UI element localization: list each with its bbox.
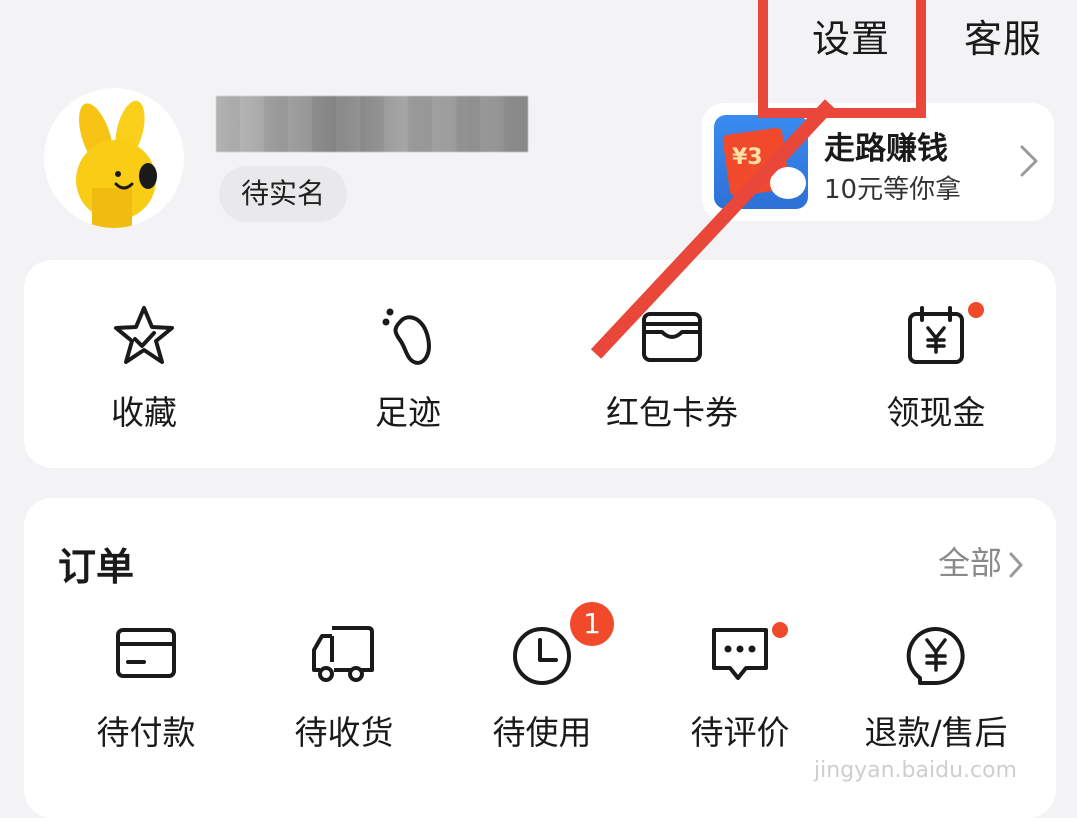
clock-icon bbox=[513, 627, 571, 685]
quick-link-label: 红包卡券 bbox=[606, 393, 738, 432]
quick-link-coupons[interactable]: 红包卡券 bbox=[552, 300, 792, 434]
walk-earn-promo-card[interactable]: ¥3 走路赚钱 10元等你拿 bbox=[702, 103, 1054, 221]
quick-link-label: 足迹 bbox=[375, 393, 441, 432]
chevron-right-icon bbox=[1020, 145, 1038, 177]
notification-dot bbox=[968, 302, 984, 318]
realname-status-badge[interactable]: 待实名 bbox=[219, 166, 347, 222]
pending-use-count-badge: 1 bbox=[570, 602, 614, 646]
quick-link-label: 领现金 bbox=[886, 393, 986, 432]
quick-link-label: 收藏 bbox=[111, 393, 177, 432]
footprint-icon bbox=[382, 308, 431, 365]
settings-link[interactable]: 设置 bbox=[812, 8, 890, 63]
customer-service-link[interactable]: 客服 bbox=[964, 8, 1042, 63]
red-packet-icon: ¥3 bbox=[714, 115, 808, 209]
order-status-label: 待评价 bbox=[690, 713, 790, 752]
order-pending-receipt[interactable]: 待收货 bbox=[244, 618, 444, 754]
order-status-label: 待使用 bbox=[492, 713, 592, 752]
quick-links-card: 收藏 足迹 红包卡券 领现金 bbox=[24, 260, 1056, 468]
comment-icon bbox=[712, 628, 768, 680]
quick-link-favorites[interactable]: 收藏 bbox=[24, 300, 264, 434]
order-pending-payment[interactable]: 待付款 bbox=[46, 618, 246, 754]
card-icon bbox=[116, 628, 176, 678]
quick-link-footprints[interactable]: 足迹 bbox=[288, 300, 528, 434]
order-pending-review[interactable]: 待评价 bbox=[640, 618, 840, 754]
quick-link-get-cash[interactable]: 领现金 bbox=[816, 300, 1056, 434]
order-status-label: 退款/售后 bbox=[864, 713, 1008, 752]
order-pending-use[interactable]: 1 待使用 bbox=[442, 602, 642, 754]
promo-title: 走路赚钱 bbox=[824, 131, 948, 167]
truck-icon bbox=[312, 626, 374, 682]
order-refund-aftersale[interactable]: 退款/售后 bbox=[836, 618, 1036, 754]
order-status-label: 待付款 bbox=[96, 713, 196, 752]
yellow-mascot-icon bbox=[76, 100, 157, 228]
orders-title: 订单 bbox=[58, 545, 135, 589]
orders-all-link[interactable]: 全部 bbox=[938, 538, 1024, 584]
orders-all-label: 全部 bbox=[937, 544, 1002, 582]
calendar-yen-icon bbox=[908, 306, 964, 364]
promo-subtitle: 10元等你拿 bbox=[824, 175, 962, 205]
notification-dot bbox=[772, 622, 788, 638]
username-mosaic bbox=[216, 96, 528, 152]
wallet-icon bbox=[642, 312, 702, 362]
refund-icon bbox=[906, 627, 965, 685]
order-status-label: 待收货 bbox=[294, 713, 394, 752]
chevron-right-icon bbox=[1009, 552, 1023, 578]
avatar[interactable] bbox=[44, 88, 184, 228]
orders-card: 订单 全部 待付款 待收货 1 待使用 待评价 退款/售后 bbox=[24, 498, 1056, 818]
star-icon bbox=[114, 306, 174, 364]
